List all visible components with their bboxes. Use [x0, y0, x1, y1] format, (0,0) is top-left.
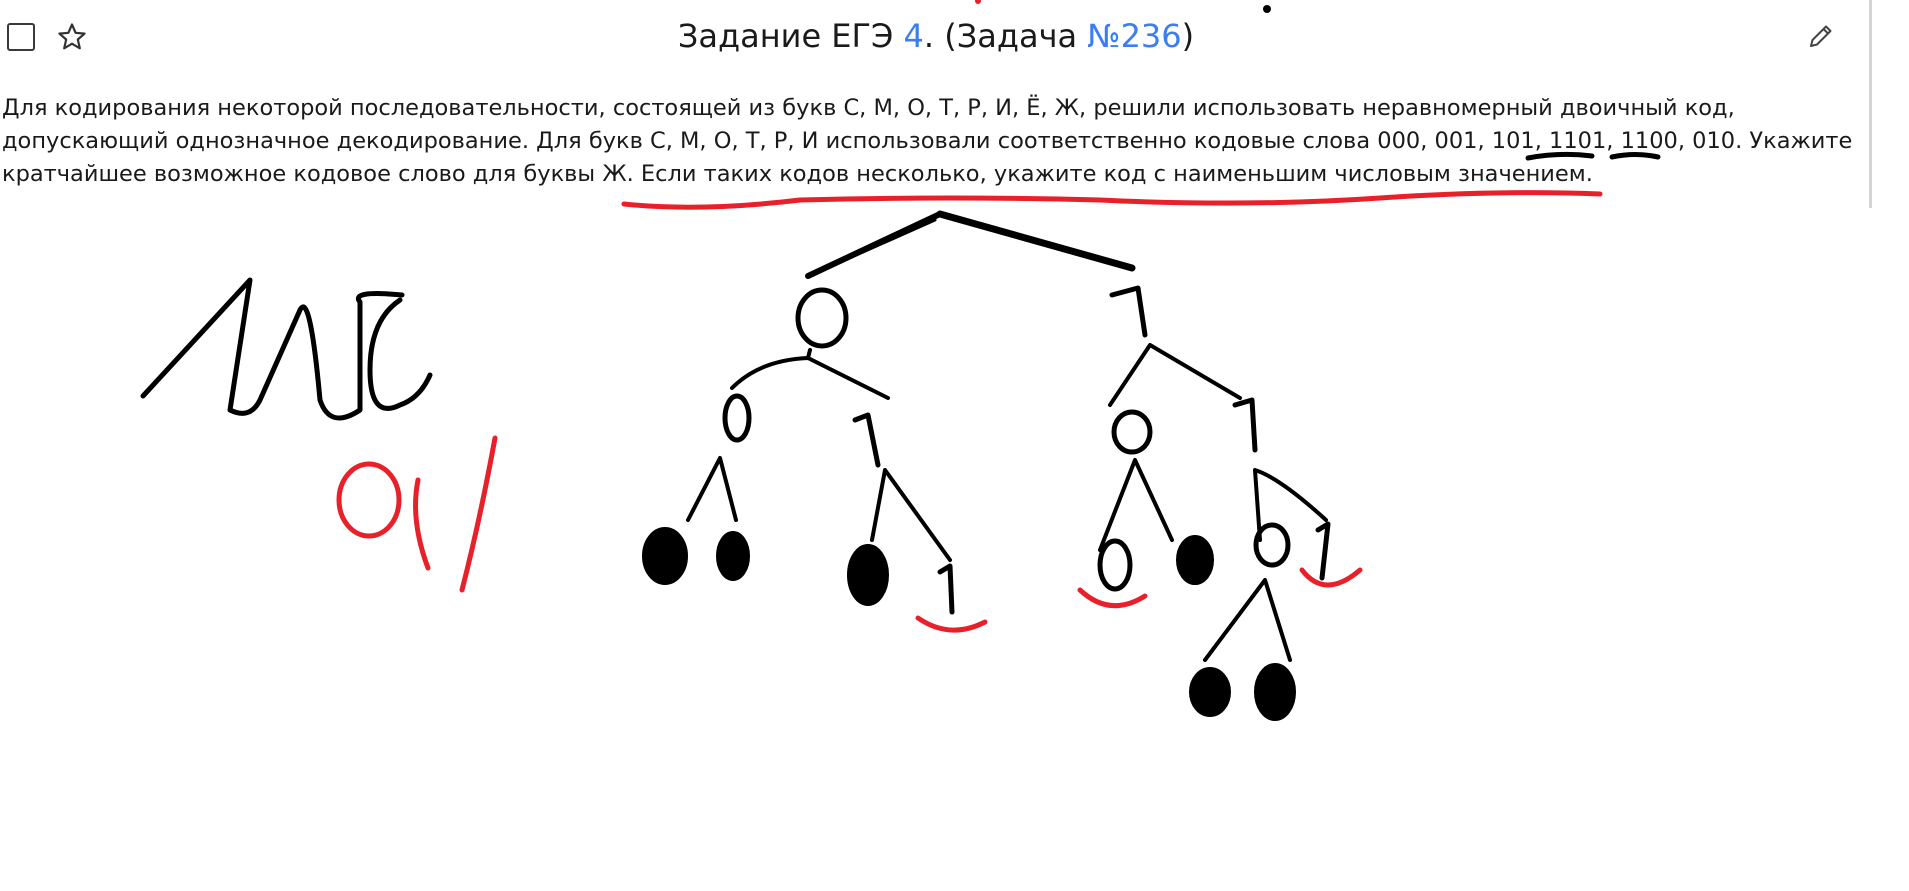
edges-1x	[1108, 343, 1242, 407]
handwritten-letters	[140, 277, 433, 421]
leaf-010	[847, 544, 889, 606]
node-11	[1232, 397, 1258, 453]
red-digit-1b	[459, 435, 498, 593]
tree-root-right	[936, 210, 1136, 272]
edges-0x	[730, 348, 890, 400]
node-label-0	[795, 287, 849, 349]
task-number-link[interactable]: 4	[904, 17, 924, 55]
pencil-icon[interactable]	[1806, 21, 1836, 51]
edges-00x	[686, 456, 738, 522]
node-110	[1253, 522, 1291, 568]
red-digit-0	[336, 461, 402, 539]
leaf-001	[716, 531, 750, 581]
tree-root-left-2	[816, 218, 937, 274]
leaf-1100	[1189, 667, 1231, 717]
red-mark-111	[1299, 567, 1363, 588]
node-011	[937, 563, 955, 615]
red-digit-1a	[413, 477, 431, 571]
title-suffix: )	[1181, 17, 1195, 55]
edges-11x	[1253, 468, 1328, 542]
red-mark-011	[915, 615, 988, 633]
problem-line-1: Для кодирования некоторой последовательн…	[2, 95, 1735, 121]
page-title: Задание ЕГЭ 4. (Задача №236)	[0, 14, 1872, 58]
leaf-000	[642, 527, 688, 585]
edges-10x	[1098, 458, 1174, 552]
node-01	[852, 412, 881, 468]
tree-root-left	[805, 211, 943, 279]
node-100	[1097, 538, 1133, 592]
task-header-panel: Задание ЕГЭ 4. (Задача №236) Для кодиров…	[0, 0, 1872, 208]
problem-id-link[interactable]: №236	[1087, 17, 1181, 55]
problem-line-3: кратчайшее возможное кодовое слово для б…	[2, 161, 1593, 187]
leaf-1101	[1254, 663, 1296, 721]
leaf-101	[1176, 535, 1214, 585]
problem-statement: Для кодирования некоторой последовательн…	[2, 92, 1862, 191]
problem-line-2: допускающий однозначное декодирование. Д…	[2, 128, 1853, 154]
node-10	[1111, 409, 1153, 455]
edges-110x	[1203, 578, 1292, 662]
node-label-1	[1109, 285, 1148, 338]
title-prefix: Задание ЕГЭ	[677, 17, 904, 55]
node-00	[722, 393, 752, 443]
node-111	[1315, 521, 1331, 581]
red-mark-100	[1077, 587, 1148, 609]
title-middle: . (Задача	[923, 17, 1088, 55]
edges-01x	[870, 468, 952, 562]
